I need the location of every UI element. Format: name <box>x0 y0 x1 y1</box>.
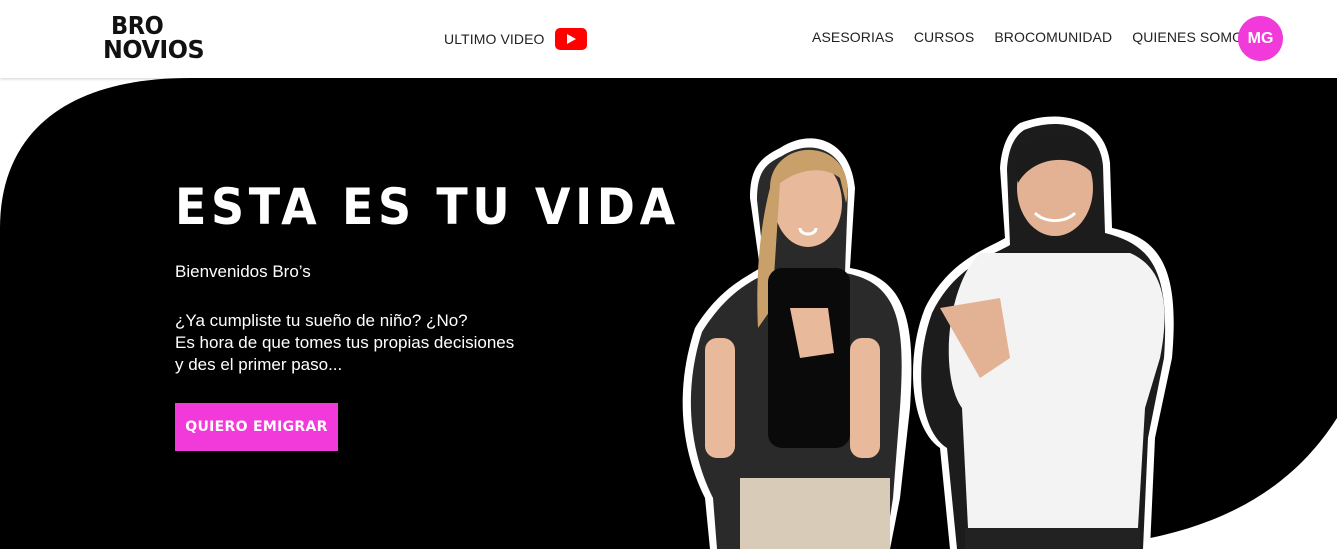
hero-body: ¿Ya cumpliste tu sueño de niño? ¿No? Es … <box>175 310 514 376</box>
main-nav: ASESORIAS CURSOS BROCOMUNIDAD QUIENES SO… <box>812 29 1253 45</box>
latest-video-link[interactable]: ULTIMO VIDEO <box>444 27 587 51</box>
brand-logo[interactable]: BRO NOVIOS <box>103 13 205 64</box>
youtube-icon[interactable] <box>554 28 587 50</box>
hero-subtitle: Bienvenidos Bro’s <box>175 262 311 281</box>
nav-brocomunidad[interactable]: BROCOMUNIDAD <box>994 29 1112 45</box>
emigrate-cta-button[interactable]: QUIERO EMIGRAR <box>175 403 338 451</box>
hero-body-line-2: Es hora de que tomes tus propias decisio… <box>175 333 515 352</box>
nav-cursos[interactable]: CURSOS <box>914 29 975 45</box>
hosts-photo <box>682 116 1174 549</box>
nav-asesorias[interactable]: ASESORIAS <box>812 29 894 45</box>
site-header: BRO NOVIOS ULTIMO VIDEO ASESORIAS CURSOS… <box>0 0 1337 78</box>
play-icon <box>566 34 576 44</box>
logo-line-2: NOVIOS <box>103 35 205 64</box>
woman-figure <box>682 138 912 549</box>
user-avatar[interactable]: MG <box>1238 16 1283 61</box>
hero-section: ESTA ES TU VIDA Bienvenidos Bro’s ¿Ya cu… <box>0 78 1337 549</box>
man-figure <box>913 116 1174 549</box>
hero-body-line-3: y des el primer paso... <box>175 355 343 374</box>
hero-title: ESTA ES TU VIDA <box>175 178 680 236</box>
latest-video-label[interactable]: ULTIMO VIDEO <box>444 31 545 47</box>
hero-body-line-1: ¿Ya cumpliste tu sueño de niño? ¿No? <box>175 311 468 330</box>
nav-quienes-somos[interactable]: QUIENES SOMOS <box>1132 29 1252 45</box>
